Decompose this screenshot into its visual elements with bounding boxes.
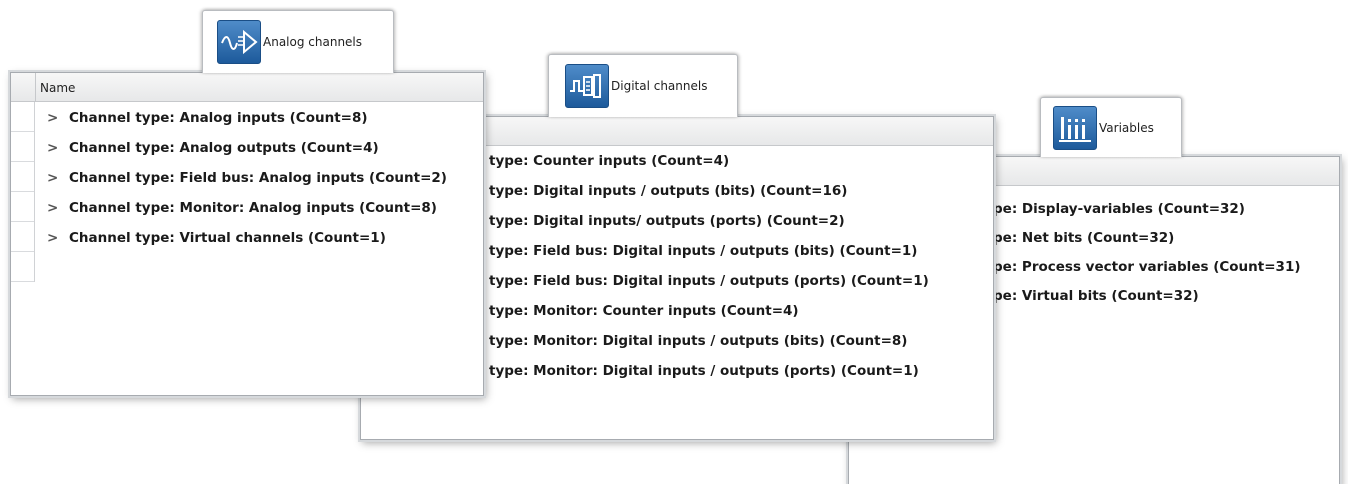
- group-label: Channel type: Virtual channels (Count=1): [69, 230, 386, 246]
- list-item-label: type: Counter inputs (Count=4): [489, 153, 730, 169]
- list-item-label: type: Digital inputs/ outputs (ports) (C…: [489, 213, 845, 229]
- list-item[interactable]: type: Digital inputs/ outputs (ports) (C…: [489, 213, 845, 229]
- tree-group-row[interactable]: > Channel type: Analog inputs (Count=8): [47, 110, 368, 126]
- header-separator: [35, 73, 36, 101]
- row-indicator-gutter: [11, 102, 35, 282]
- digital-channels-icon: [565, 64, 609, 108]
- list-item[interactable]: type: Monitor: Digital inputs / outputs …: [489, 333, 907, 349]
- tab-variables-label: Variables: [1099, 120, 1154, 135]
- tree-group-row[interactable]: > Channel type: Field bus: Analog inputs …: [47, 170, 447, 186]
- list-item-label: type: Monitor: Digital inputs / outputs …: [489, 363, 919, 379]
- chevron-right-icon[interactable]: >: [47, 170, 69, 186]
- chevron-right-icon[interactable]: >: [47, 230, 69, 246]
- tree-group-row[interactable]: > Channel type: Virtual channels (Count=1…: [47, 230, 386, 246]
- tab-variables[interactable]: Variables: [1040, 97, 1182, 157]
- list-item[interactable]: type: Field bus: Digital inputs / output…: [489, 243, 917, 259]
- list-item[interactable]: type: Digital inputs / outputs (bits) (C…: [489, 183, 847, 199]
- tree-group-row[interactable]: > Channel type: Analog outputs (Count=4): [47, 140, 379, 156]
- list-item-label: type: Field bus: Digital inputs / output…: [489, 273, 929, 289]
- list-item-label: type: Monitor: Digital inputs / outputs …: [489, 333, 908, 349]
- tab-digital-channels-label: Digital channels: [611, 79, 708, 93]
- tab-digital-channels[interactable]: Digital channels: [548, 54, 738, 117]
- list-item[interactable]: pe: Process vector variables (Count=31): [993, 259, 1301, 275]
- list-item-label: type: Field bus: Digital inputs / output…: [489, 243, 918, 259]
- group-label: Channel type: Monitor: Analog inputs (Co…: [69, 200, 437, 216]
- variables-icon: [1053, 105, 1097, 150]
- row-indicator[interactable]: [11, 192, 34, 222]
- group-label: Channel type: Analog inputs (Count=8): [69, 110, 368, 126]
- row-indicator[interactable]: [11, 252, 34, 282]
- list-item-label: pe: Display-variables (Count=32): [993, 201, 1245, 217]
- row-indicator[interactable]: [11, 102, 34, 132]
- list-item[interactable]: type: Monitor: Counter inputs (Count=4): [489, 303, 799, 319]
- tab-analog-channels[interactable]: Analog channels: [202, 10, 394, 73]
- tab-analog-channels-label: Analog channels: [263, 35, 363, 49]
- analog-channels-panel: Name > Channel type: Analog inputs (Count…: [10, 72, 484, 396]
- list-item[interactable]: type: Counter inputs (Count=4): [489, 153, 729, 169]
- chevron-right-icon[interactable]: >: [47, 200, 69, 216]
- chevron-right-icon[interactable]: >: [47, 110, 69, 126]
- list-item-label: pe: Process vector variables (Count=31): [993, 259, 1301, 275]
- analog-column-header[interactable]: Name: [11, 73, 483, 102]
- list-item[interactable]: pe: Virtual bits (Count=32): [993, 288, 1199, 304]
- analog-channels-icon: [217, 20, 261, 64]
- group-label: Channel type: Analog outputs (Count=4): [69, 140, 379, 156]
- list-item-label: type: Monitor: Counter inputs (Count=4): [489, 303, 799, 319]
- column-header-name: Name: [40, 81, 76, 95]
- chevron-right-icon[interactable]: >: [47, 140, 69, 156]
- list-item-label: pe: Virtual bits (Count=32): [993, 288, 1199, 304]
- list-item[interactable]: pe: Net bits (Count=32): [993, 230, 1174, 246]
- row-indicator[interactable]: [11, 132, 34, 162]
- tree-group-row[interactable]: > Channel type: Monitor: Analog inputs (C…: [47, 200, 437, 216]
- list-item[interactable]: pe: Display-variables (Count=32): [993, 201, 1245, 217]
- group-label: Channel type: Field bus: Analog inputs (…: [69, 170, 447, 186]
- list-item[interactable]: type: Monitor: Digital inputs / outputs …: [489, 363, 919, 379]
- list-item-label: pe: Net bits (Count=32): [993, 230, 1175, 246]
- row-indicator[interactable]: [11, 162, 34, 192]
- row-indicator[interactable]: [11, 222, 34, 252]
- list-item-label: type: Digital inputs / outputs (bits) (C…: [489, 183, 848, 199]
- screenshot-stage: pe: Display-variables (Count=32) pe: Net…: [0, 0, 1348, 484]
- list-item[interactable]: type: Field bus: Digital inputs / output…: [489, 273, 929, 289]
